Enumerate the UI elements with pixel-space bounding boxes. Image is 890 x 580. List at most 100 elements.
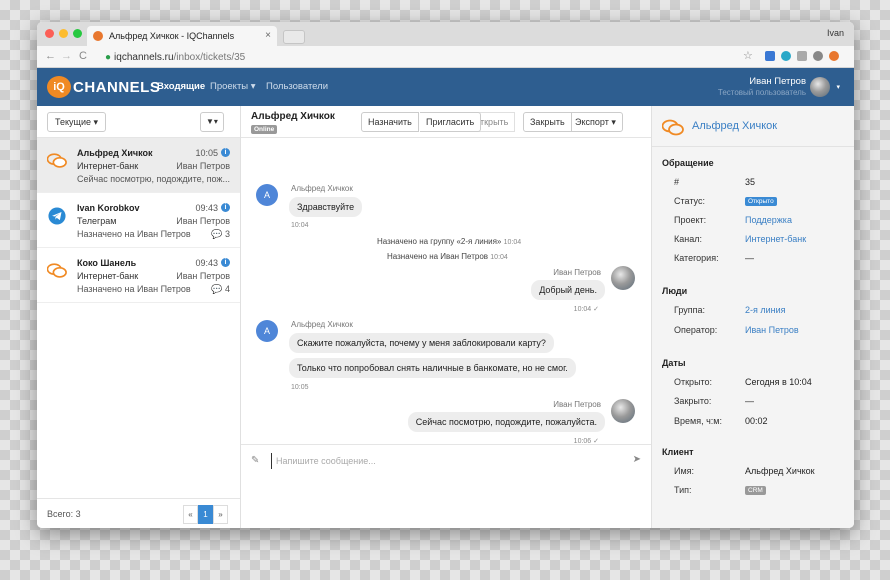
chat-bubbles-icon (47, 153, 67, 168)
url-host: iqchannels.ru (114, 52, 174, 63)
closed-label: Закрыто: (674, 396, 712, 406)
list-item[interactable]: Коко Шанель 09:43 i Интернет-банк Иван П… (37, 248, 240, 303)
extension-icon[interactable] (829, 51, 839, 61)
message-bubble: Скажите пожалуйста, почему у меня заблок… (289, 333, 554, 353)
system-message: Назначено на Иван Петров 10:04 (387, 252, 508, 261)
opened-label: Открыто: (674, 377, 713, 387)
browser-tab[interactable]: Альфред Хичкок - IQChannels × (87, 26, 277, 46)
chat-panel: Альфред Хичкок Online Экспорт ▾ Закрыть … (241, 106, 651, 528)
chevron-down-icon[interactable]: ▾ (836, 83, 840, 91)
section-client: Клиент (662, 447, 694, 457)
message-input[interactable] (271, 453, 611, 469)
conversation-channel: Интернет-банк (77, 271, 139, 281)
minimize-window-button[interactable] (59, 29, 68, 38)
section-ticket: Обращение (662, 158, 714, 168)
next-page-button[interactable]: » (213, 505, 228, 524)
send-icon[interactable]: ➤ (633, 454, 641, 465)
client-type-badge: CRM (745, 486, 766, 495)
operator-link[interactable]: Иван Петров (745, 325, 799, 335)
prev-page-button[interactable]: « (183, 505, 198, 524)
browser-profile[interactable]: Ivan (827, 28, 844, 38)
client-name-value: Альфред Хичкок (745, 466, 815, 476)
current-user-name[interactable]: Иван Петров (749, 76, 806, 87)
telegram-icon (48, 207, 66, 225)
project-link[interactable]: Поддержка (745, 215, 792, 225)
duration-label: Время, ч:м: (674, 416, 722, 426)
reload-icon[interactable]: C (79, 50, 87, 62)
filter-icon[interactable]: ▼▾ (200, 112, 224, 132)
info-icon[interactable]: i (221, 258, 230, 267)
conversation-channel: Интернет-банк (77, 161, 139, 171)
message-count: 💬 4 (211, 284, 230, 294)
conversation-time: 09:43 (195, 258, 218, 268)
extension-icon[interactable] (781, 51, 791, 61)
app-logo[interactable]: iQ CHANNELS (47, 76, 160, 98)
status-filter-dropdown[interactable]: Текущие ▾ (47, 112, 106, 132)
category-value: — (745, 253, 754, 263)
message-author: Иван Петров (553, 400, 601, 409)
nav-inbox[interactable]: Входящие (157, 81, 205, 92)
message-time: 10:05 (291, 384, 309, 391)
info-icon[interactable]: i (221, 203, 230, 212)
client-name-link[interactable]: Альфред Хичкок (692, 120, 777, 132)
list-item[interactable]: Ivan Korobkov 09:43 i Телеграм Иван Петр… (37, 193, 240, 248)
current-user-role: Тестовый пользователь (717, 88, 806, 97)
duration-value: 00:02 (745, 416, 768, 426)
status-badge: Открыто (745, 197, 777, 206)
group-label: Группа: (674, 305, 706, 315)
conversation-time: 10:05 (195, 148, 218, 158)
export-button[interactable]: Экспорт ▾ (568, 112, 623, 132)
conversation-list-panel: Текущие ▾ ▼▾ Альфред Хичкок 10:05 i Инте… (37, 106, 241, 528)
conversation-list-footer: Всего: 3 « 1 » (37, 498, 240, 528)
forward-icon[interactable]: → (61, 50, 72, 62)
lock-icon: ● (105, 52, 112, 63)
conversation-channel: Телеграм (77, 216, 117, 226)
new-tab-button[interactable] (283, 30, 305, 44)
extension-icon[interactable] (797, 51, 807, 61)
message-bubble: Сейчас посмотрю, подождите, пожалуйста. (407, 412, 605, 432)
message-count: 💬 3 (211, 229, 230, 239)
channel-link[interactable]: Интернет-банк (745, 234, 806, 244)
conversation-preview: Назначено на Иван Петров (77, 284, 191, 294)
tab-title: Альфред Хичкок - IQChannels (109, 31, 235, 41)
maximize-window-button[interactable] (73, 29, 82, 38)
close-window-button[interactable] (45, 29, 54, 38)
online-badge: Online (251, 125, 278, 134)
close-ticket-button[interactable]: Закрыть (523, 112, 572, 132)
logo-badge: iQ (47, 76, 71, 98)
assign-button[interactable]: Назначить (361, 112, 419, 132)
extension-icon[interactable] (765, 51, 775, 61)
operator-label: Оператор: (674, 325, 718, 335)
chat-bubbles-icon (662, 119, 684, 136)
bookmark-star-icon[interactable]: ☆ (743, 49, 753, 62)
page-1-button[interactable]: 1 (198, 505, 213, 524)
conversation-agent: Иван Петров (176, 216, 230, 226)
browser-window: Альфред Хичкок - IQChannels × Ivan ← → C… (37, 22, 854, 528)
close-tab-icon[interactable]: × (265, 30, 271, 41)
conversation-list-toolbar: Текущие ▾ ▼▾ (37, 106, 240, 138)
back-icon[interactable]: ← (45, 50, 56, 62)
ticket-details-panel: Альфред Хичкок Обращение # 35 Статус: От… (651, 106, 854, 528)
message-bubble: Только что попробовал снять наличные в б… (289, 358, 576, 378)
operator-avatar (611, 399, 635, 423)
user-avatar[interactable] (810, 77, 830, 97)
divider (652, 146, 854, 147)
client-name-label: Имя: (674, 466, 695, 476)
url-path: /inbox/tickets/35 (173, 52, 246, 63)
closed-value: — (745, 396, 754, 406)
nav-projects[interactable]: Проекты ▾ (210, 81, 256, 92)
message-bubble: Здравствуйте (289, 197, 363, 217)
list-item[interactable]: Альфред Хичкок 10:05 i Интернет-банк Ива… (37, 138, 240, 193)
invite-button[interactable]: Пригласить (420, 112, 482, 132)
address-bar[interactable]: ● iqchannels.ru/inbox/tickets/35 (99, 49, 754, 65)
extension-icon[interactable] (813, 51, 823, 61)
group-link[interactable]: 2-я линия (745, 305, 786, 315)
channel-label: Канал: (674, 234, 702, 244)
project-label: Проект: (674, 215, 707, 225)
category-label: Категория: (674, 253, 719, 263)
nav-users[interactable]: Пользователи (266, 81, 328, 92)
info-icon[interactable]: i (221, 148, 230, 157)
message-time: 10:04 (291, 222, 309, 229)
logo-text: CHANNELS (73, 78, 161, 96)
attach-icon[interactable]: ✎ (251, 455, 259, 466)
